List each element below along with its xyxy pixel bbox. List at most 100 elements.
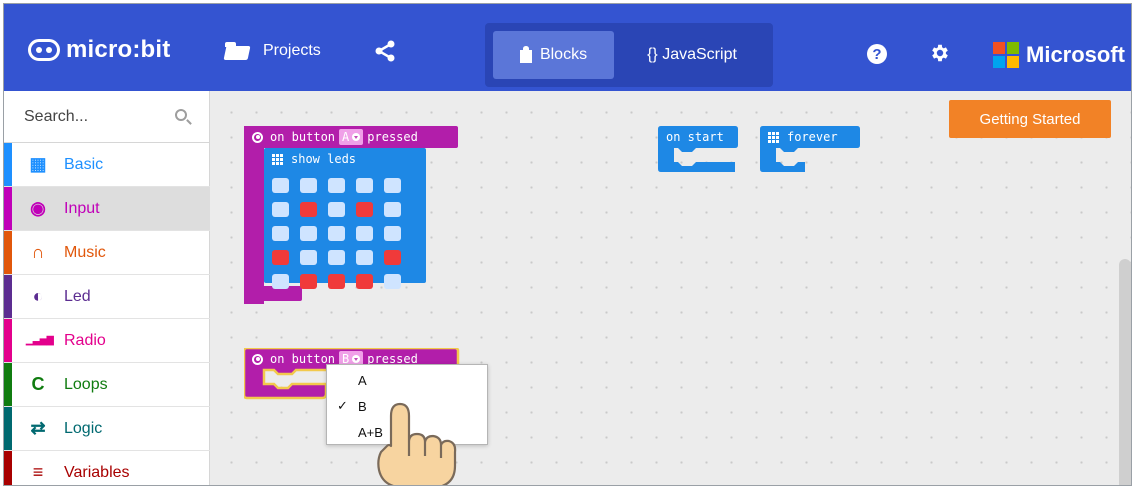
led-cell[interactable]	[384, 250, 401, 265]
puzzle-icon	[519, 45, 532, 63]
led-cell[interactable]	[384, 202, 401, 217]
sidebar-item-label: Music	[64, 243, 106, 261]
led-cell[interactable]	[272, 226, 289, 241]
forever-label: forever	[787, 130, 838, 144]
menu-option-label: B	[358, 398, 367, 414]
led-cell[interactable]	[300, 226, 317, 241]
pointing-hand-icon	[377, 402, 457, 485]
led-cell[interactable]	[384, 226, 401, 241]
sidebar-item-label: Variables	[64, 463, 130, 481]
blocks-label: Blocks	[539, 46, 588, 63]
led-cell[interactable]	[384, 274, 401, 289]
grid-icon	[768, 131, 779, 143]
search-input[interactable]	[24, 105, 174, 129]
category-color-stripe	[4, 363, 12, 406]
chevron-down-icon	[352, 355, 361, 363]
sidebar-item-label: Loops	[64, 375, 108, 393]
sidebar-item-label: Logic	[64, 419, 103, 437]
led-cell[interactable]	[328, 178, 345, 193]
show-leds-header: show leds	[264, 148, 364, 170]
led-cell[interactable]	[384, 178, 401, 193]
sidebar-item-variables[interactable]: ≡ Variables	[4, 451, 210, 485]
category-color-stripe	[4, 451, 12, 485]
search-icon[interactable]	[175, 109, 187, 121]
refresh-icon: C	[31, 374, 45, 394]
on-button-a-header: on button A pressed	[244, 126, 426, 148]
show-leds-label: show leds	[291, 152, 357, 166]
led-cell[interactable]	[272, 202, 289, 217]
category-color-stripe	[4, 275, 12, 318]
led-cell[interactable]	[356, 274, 373, 289]
block-a-prefix: on button	[270, 130, 336, 144]
led-cell[interactable]	[356, 178, 373, 193]
led-cell[interactable]	[272, 178, 289, 193]
logo-text: micro:bit	[66, 36, 171, 63]
sidebar-item-label: Basic	[64, 155, 104, 173]
microsoft-squares-icon	[993, 42, 1019, 68]
led-cell[interactable]	[356, 202, 373, 217]
led-cell[interactable]	[328, 226, 345, 241]
menu-option-label: A	[358, 372, 367, 388]
led-cell[interactable]	[300, 202, 317, 217]
forever-header: forever	[760, 126, 846, 148]
led-cell[interactable]	[356, 250, 373, 265]
button-a-value: A	[342, 130, 350, 144]
headphones-icon: ∩	[31, 242, 45, 262]
sidebar-item-input[interactable]: ◉ Input	[4, 187, 210, 231]
microbit-logo[interactable]: micro:bit	[28, 36, 170, 64]
blocks-tab[interactable]: Blocks	[493, 31, 614, 79]
top-bar: micro:bit Projects Blocks {} JavaScript	[4, 4, 1131, 91]
grid-icon	[272, 153, 283, 165]
sidebar-item-led[interactable]: ◐ Led	[4, 275, 210, 319]
category-color-stripe	[4, 231, 12, 274]
button-a-dropdown[interactable]: A	[339, 129, 364, 145]
led-cell[interactable]	[328, 250, 345, 265]
led-cell[interactable]	[300, 250, 317, 265]
signal-icon: ▁▃▅▇	[26, 335, 54, 345]
led-cell[interactable]	[272, 250, 289, 265]
microsoft-logo[interactable]: Microsoft	[993, 42, 1125, 68]
chevron-down-icon	[352, 133, 361, 141]
getting-started-button[interactable]: Getting Started	[949, 100, 1111, 138]
on-start-label: on start	[666, 130, 724, 144]
category-color-stripe	[4, 407, 12, 450]
block-a-suffix: pressed	[367, 130, 418, 144]
sidebar-item-label: Radio	[64, 331, 106, 349]
shuffle-icon: ⇄	[30, 418, 46, 438]
workspace-scrollbar[interactable]	[1119, 259, 1131, 485]
microsoft-label: Microsoft	[1026, 42, 1125, 67]
check-icon: ✓	[337, 398, 348, 413]
sidebar-item-logic[interactable]: ⇄ Logic	[4, 407, 210, 451]
folder-icon	[225, 42, 251, 60]
sidebar-item-loops[interactable]: C Loops	[4, 363, 210, 407]
javascript-label: {} JavaScript	[647, 46, 737, 63]
projects-button[interactable]: Projects	[225, 42, 321, 60]
show-leds-block[interactable]: show leds	[264, 148, 426, 289]
target-icon	[252, 131, 263, 143]
sidebar-item-basic[interactable]: ▦ Basic	[4, 143, 210, 187]
led-cell[interactable]	[328, 202, 345, 217]
on-start-header: on start	[658, 126, 732, 148]
gear-icon[interactable]	[929, 42, 951, 68]
sidebar-item-label: Led	[64, 287, 91, 305]
sidebar-item-label: Input	[64, 199, 100, 217]
share-button[interactable]	[374, 40, 396, 62]
sidebar-item-radio[interactable]: ▁▃▅▇ Radio	[4, 319, 210, 363]
sidebar-item-music[interactable]: ∩ Music	[4, 231, 210, 275]
editor-toggle: Blocks {} JavaScript	[485, 23, 773, 87]
led-cell[interactable]	[300, 178, 317, 193]
led-cell[interactable]	[356, 226, 373, 241]
target-icon	[252, 353, 263, 365]
help-icon[interactable]: ?	[867, 44, 887, 64]
javascript-tab[interactable]: {} JavaScript	[627, 31, 757, 79]
category-color-stripe	[4, 319, 12, 362]
share-icon	[375, 40, 395, 62]
led-cell[interactable]	[272, 274, 289, 289]
microbit-face-icon	[28, 39, 60, 61]
target-icon: ◉	[30, 198, 46, 218]
grid-icon: ▦	[29, 154, 47, 174]
app-frame: micro:bit Projects Blocks {} JavaScript	[3, 3, 1132, 486]
category-color-stripe	[4, 143, 12, 186]
led-cell[interactable]	[300, 274, 317, 289]
led-cell[interactable]	[328, 274, 345, 289]
